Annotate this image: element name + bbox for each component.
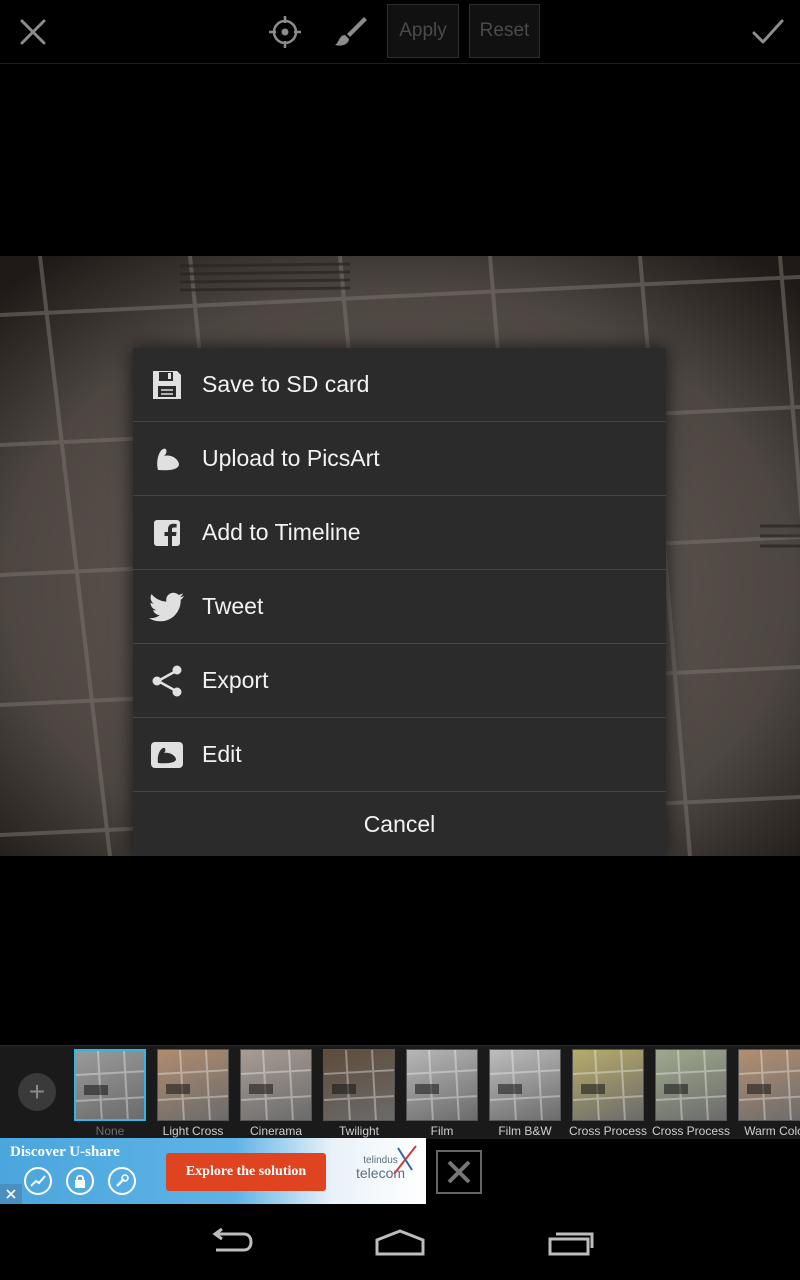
picsart-icon xyxy=(149,441,185,477)
menu-item-tweet[interactable]: Tweet xyxy=(133,570,666,644)
menu-item-add-timeline[interactable]: Add to Timeline xyxy=(133,496,666,570)
back-icon[interactable] xyxy=(200,1222,260,1262)
reset-button[interactable]: Reset xyxy=(469,4,540,58)
recent-apps-icon[interactable] xyxy=(541,1222,601,1262)
filter-thumbnail[interactable] xyxy=(240,1049,312,1121)
filter-strip: + None Light Cross Cinerama Twilight Film Fil… xyxy=(0,1045,800,1139)
filter-thumbnail[interactable] xyxy=(572,1049,644,1121)
wrench-icon xyxy=(108,1167,136,1195)
share-icon xyxy=(149,663,185,699)
filter-label: Warm Colo xyxy=(744,1124,800,1138)
brand-logo-icon xyxy=(393,1145,417,1175)
filter-thumbnail[interactable] xyxy=(655,1049,727,1121)
filter-thumbnail[interactable] xyxy=(738,1049,800,1121)
ad-dismiss-icon[interactable] xyxy=(0,1184,22,1204)
close-icon[interactable] xyxy=(13,12,53,52)
add-filter-button[interactable]: + xyxy=(18,1073,56,1111)
target-icon[interactable] xyxy=(265,12,305,52)
filter-thumbnail[interactable] xyxy=(157,1049,229,1121)
twitter-icon xyxy=(149,589,185,625)
filter-thumbnail[interactable] xyxy=(406,1049,478,1121)
plus-icon: + xyxy=(28,1076,46,1107)
filter-label: None xyxy=(95,1124,125,1138)
home-icon[interactable] xyxy=(370,1222,430,1262)
chart-icon xyxy=(24,1167,52,1195)
menu-item-edit[interactable]: Edit xyxy=(133,718,666,792)
facebook-icon xyxy=(149,515,185,551)
filter-label: Film B&W xyxy=(498,1124,552,1138)
filter-thumbnail[interactable] xyxy=(323,1049,395,1121)
filter-thumbnail[interactable] xyxy=(489,1049,561,1121)
system-navigation-bar xyxy=(0,1204,800,1280)
share-menu-dialog: Save to SD card Upload to PicsArt Add to… xyxy=(133,348,666,856)
menu-item-upload-picsart[interactable]: Upload to PicsArt xyxy=(133,422,666,496)
filter-thumbnail[interactable] xyxy=(74,1049,146,1121)
lock-icon xyxy=(66,1167,94,1195)
ad-headline: Discover U-share xyxy=(10,1144,120,1160)
editor-toolbar: Apply Reset xyxy=(0,0,800,64)
close-ad-button[interactable] xyxy=(436,1150,482,1194)
filter-label: Light Cross xyxy=(162,1124,224,1138)
apply-button[interactable]: Apply xyxy=(387,4,459,58)
ad-banner[interactable]: Discover U-share Explore the solution te… xyxy=(0,1138,426,1204)
filter-label: Cross Process xyxy=(568,1124,648,1138)
menu-item-label: Tweet xyxy=(202,593,264,619)
menu-item-save-sd[interactable]: Save to SD card xyxy=(133,348,666,422)
menu-item-export[interactable]: Export xyxy=(133,644,666,718)
filter-label: Twilight xyxy=(338,1124,379,1138)
close-icon xyxy=(447,1160,471,1184)
cancel-button[interactable]: Cancel xyxy=(133,792,666,856)
checkmark-icon[interactable] xyxy=(748,12,788,52)
menu-item-label: Edit xyxy=(202,741,242,767)
menu-item-label: Add to Timeline xyxy=(202,519,361,545)
menu-item-label: Export xyxy=(202,667,269,693)
ad-icons xyxy=(24,1167,136,1195)
sd-card-icon xyxy=(149,367,185,403)
brush-icon[interactable] xyxy=(330,12,370,52)
filter-label: Cross Process xyxy=(651,1124,731,1138)
ad-cta-button[interactable]: Explore the solution xyxy=(166,1153,326,1191)
menu-item-label: Upload to PicsArt xyxy=(202,445,380,471)
filter-label: Cinerama xyxy=(249,1124,303,1138)
menu-item-label: Save to SD card xyxy=(202,371,370,397)
filter-label: Film xyxy=(430,1124,454,1138)
edit-photo-icon xyxy=(149,737,185,773)
